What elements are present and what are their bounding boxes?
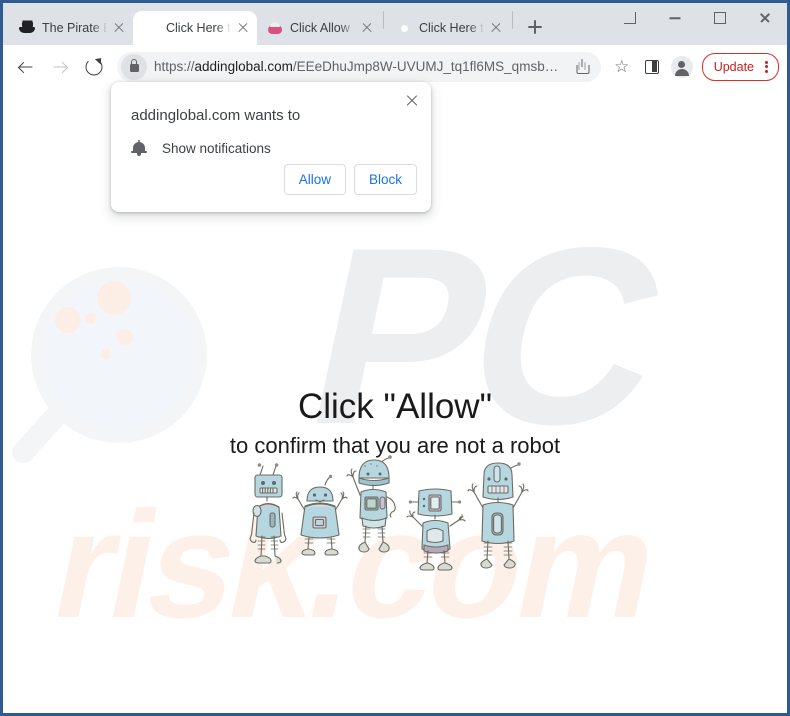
address-bar[interactable]: https://addinglobal.com/EEeDhuJmp8W-UVUM… [117,51,601,82]
person-icon [678,60,686,68]
page-headline-block: Click "Allow" to confirm that you are no… [3,387,787,461]
pink-character-icon [267,20,283,36]
notification-permission-dialog: addinglobal.com wants to Show notificati… [111,82,431,212]
minimize-button[interactable] [652,3,697,33]
tab-title: Click Here t [166,21,231,35]
tab-strip: The Pirate B Click Here t Click Allow Cl… [3,3,787,45]
maximize-icon [713,12,726,24]
reload-icon [85,58,103,75]
close-icon[interactable] [404,93,420,109]
url-scheme: https:// [154,58,195,74]
chevron-down-icon [623,12,636,24]
url-domain: addinglobal.com [194,58,293,74]
bookmark-button[interactable]: ☆ [607,52,637,82]
pirate-ship-icon [19,20,35,36]
tab-click-allow[interactable]: Click Allow [257,11,381,45]
update-label: Update [713,59,754,74]
arrow-right-icon [53,60,69,73]
update-button[interactable]: Update [701,52,779,81]
share-icon [576,58,591,74]
new-tab-button[interactable] [521,13,549,41]
browser-window: The Pirate B Click Here t Click Allow Cl… [0,0,790,716]
forward-button[interactable] [45,52,75,82]
page-title: Click "Allow" [297,387,493,426]
dialog-title: addinglobal.com wants to [131,107,301,124]
bell-icon [131,139,147,157]
tab-separator [512,11,513,29]
tab-click-here-active[interactable]: Click Here t [133,11,257,45]
window-controls [607,3,787,45]
close-window-button[interactable] [742,3,787,33]
close-icon [759,12,771,24]
block-button[interactable]: Block [353,164,417,195]
star-icon: ☆ [614,56,630,76]
tab-close-icon[interactable] [111,20,127,36]
tab-the-pirate-b[interactable]: The Pirate B [9,11,133,45]
permission-label: Show notifications [162,140,271,156]
tab-click-here-2[interactable]: Click Here t [386,11,510,45]
chrome-icon [396,20,412,36]
tab-separator [383,11,384,29]
url-text: https://addinglobal.com/EEeDhuJmp8W-UVUM… [154,52,571,82]
back-button[interactable] [11,52,41,82]
lock-icon [129,58,139,72]
tab-close-icon[interactable] [235,20,251,36]
chrome-icon [143,20,159,36]
site-info-button[interactable] [121,53,147,80]
minimize-icon [669,17,680,19]
chrome-menu-icon[interactable] [758,59,774,75]
tab-title: The Pirate B [42,21,108,35]
allow-button[interactable]: Allow [283,164,346,195]
tab-title: Click Allow [290,21,350,35]
maximize-button[interactable] [697,3,742,33]
share-button[interactable] [571,54,597,80]
arrow-left-icon [17,60,33,73]
tab-search-button[interactable] [607,3,652,33]
permission-row: Show notifications [131,139,271,157]
tab-title: Click Here t [419,21,484,35]
profile-button[interactable] [667,52,697,82]
reload-button[interactable] [79,52,109,82]
tab-close-icon[interactable] [359,20,375,36]
dialog-actions: Allow Block [283,164,417,195]
tab-close-icon[interactable] [488,20,504,36]
url-path: /EEeDhuJmp8W-UVUMJ_tq1fl6MS_qmsb… [292,58,559,74]
side-panel-button[interactable] [637,52,667,82]
five-robots-illustration [249,455,549,579]
